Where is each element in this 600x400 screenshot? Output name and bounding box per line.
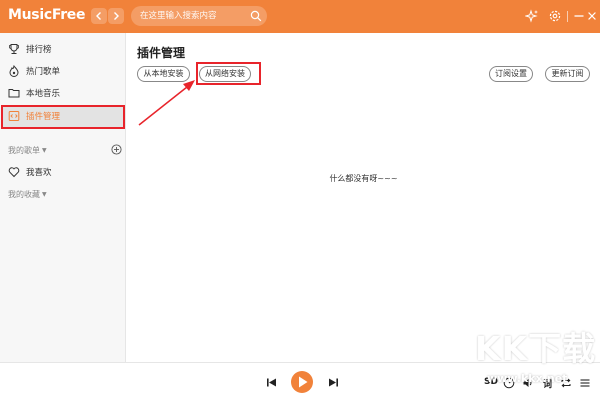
search-input[interactable]: 在这里输入搜索内容 xyxy=(131,6,267,26)
trophy-icon xyxy=(9,44,19,54)
sidebar-item-label: 插件管理 xyxy=(26,112,61,122)
add-playlist-icon[interactable] xyxy=(111,144,122,155)
sidebar-item-charts[interactable]: 排行榜 xyxy=(2,38,124,60)
sidebar-item-label: 本地音乐 xyxy=(26,89,61,99)
titlebar-divider xyxy=(567,11,568,22)
play-button[interactable] xyxy=(291,371,313,393)
subscription-settings-button[interactable]: 订阅设置 xyxy=(489,66,533,82)
folder-icon xyxy=(8,89,20,98)
sidebar-item-favorites[interactable]: 我喜欢 xyxy=(2,161,124,183)
chevron-left-icon xyxy=(96,12,101,20)
install-local-button[interactable]: 从本地安装 xyxy=(137,66,190,82)
chevron-right-icon xyxy=(114,12,119,20)
back-button[interactable] xyxy=(91,8,107,24)
main-content: 插件管理 从本地安装 从网络安装 订阅设置 更新订阅 什么都没有呀~~~ xyxy=(127,33,600,362)
install-network-button[interactable]: 从网络安装 xyxy=(199,66,251,82)
title-bar: MusicFree 在这里输入搜索内容 xyxy=(0,0,600,33)
playlist-icon[interactable] xyxy=(579,377,591,389)
sidebar-item-label: 热门歌单 xyxy=(26,67,61,77)
sidebar-item-label: 排行榜 xyxy=(26,45,52,55)
plugin-icon xyxy=(8,111,20,121)
app-window: MusicFree 在这里输入搜索内容 排行榜 热门歌单 本地音乐 插件管理 我… xyxy=(0,0,600,400)
app-logo: MusicFree xyxy=(8,7,86,23)
my-playlists-header[interactable]: 我的歌单 ▼ xyxy=(8,145,47,156)
sidebar-item-label: 我喜欢 xyxy=(26,168,52,178)
sidebar-item-local-music[interactable]: 本地音乐 xyxy=(2,82,124,104)
search-placeholder: 在这里输入搜索内容 xyxy=(140,11,217,21)
caret-down-icon: ▼ xyxy=(42,191,47,198)
update-subscription-button[interactable]: 更新订阅 xyxy=(545,66,590,82)
sidebar-item-hot-playlists[interactable]: 热门歌单 xyxy=(2,60,124,82)
heart-icon xyxy=(8,167,20,178)
search-icon[interactable] xyxy=(250,10,262,22)
previous-track-icon[interactable] xyxy=(266,377,277,388)
sidebar: 排行榜 热门歌单 本地音乐 插件管理 我的歌单 ▼ 我喜欢 我的收藏 ▼ xyxy=(0,33,126,362)
settings-icon[interactable] xyxy=(548,9,562,23)
play-icon xyxy=(299,376,308,388)
forward-button[interactable] xyxy=(108,8,124,24)
my-playlists-label: 我的歌单 xyxy=(8,146,40,155)
watermark-url: www.kkx.net xyxy=(487,372,568,385)
my-collection-header[interactable]: 我的收藏 ▼ xyxy=(8,189,47,200)
empty-state-text: 什么都没有呀~~~ xyxy=(329,174,398,183)
next-track-icon[interactable] xyxy=(328,377,339,388)
minimize-icon[interactable] xyxy=(572,9,586,23)
page-title: 插件管理 xyxy=(137,46,186,60)
sidebar-item-plugin-management[interactable]: 插件管理 xyxy=(2,105,124,127)
caret-down-icon: ▼ xyxy=(42,147,47,154)
watermark-logo: KK下载 xyxy=(475,329,597,368)
theme-icon[interactable] xyxy=(525,9,539,23)
flame-icon xyxy=(9,65,19,77)
close-icon[interactable] xyxy=(586,9,598,23)
my-collection-label: 我的收藏 xyxy=(8,190,40,199)
